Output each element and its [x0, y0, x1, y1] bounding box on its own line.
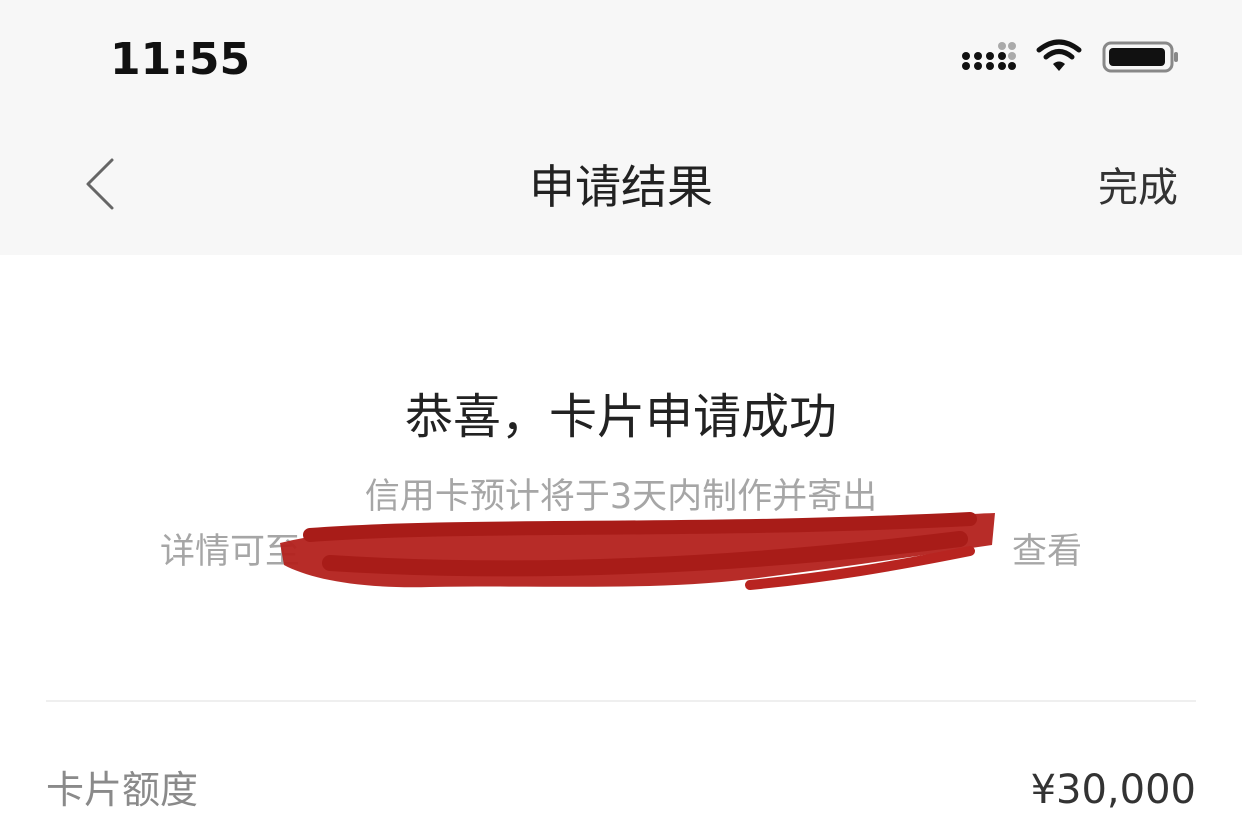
- page-title: 申请结果: [529, 160, 713, 214]
- done-button[interactable]: 完成: [1098, 160, 1178, 216]
- result-title: 恭喜，卡片申请成功: [404, 389, 837, 445]
- nav-bar: 申请结果 完成: [0, 120, 1242, 255]
- signal-icon: [962, 38, 1016, 78]
- divider: [46, 700, 1196, 702]
- redaction-scribble: [270, 505, 1010, 605]
- status-bar: 11:55: [0, 0, 1242, 120]
- status-time: 11:55: [110, 34, 251, 85]
- credit-limit-label: 卡片额度: [46, 768, 199, 812]
- battery-icon: [1102, 38, 1180, 78]
- detail-row-credit-limit: 卡片额度 ¥30,000: [46, 762, 1196, 822]
- status-icons: [962, 38, 1180, 78]
- credit-limit-value: ¥30,000: [1030, 767, 1196, 813]
- wifi-icon: [1036, 38, 1082, 78]
- detail-suffix: 查看: [1011, 532, 1082, 572]
